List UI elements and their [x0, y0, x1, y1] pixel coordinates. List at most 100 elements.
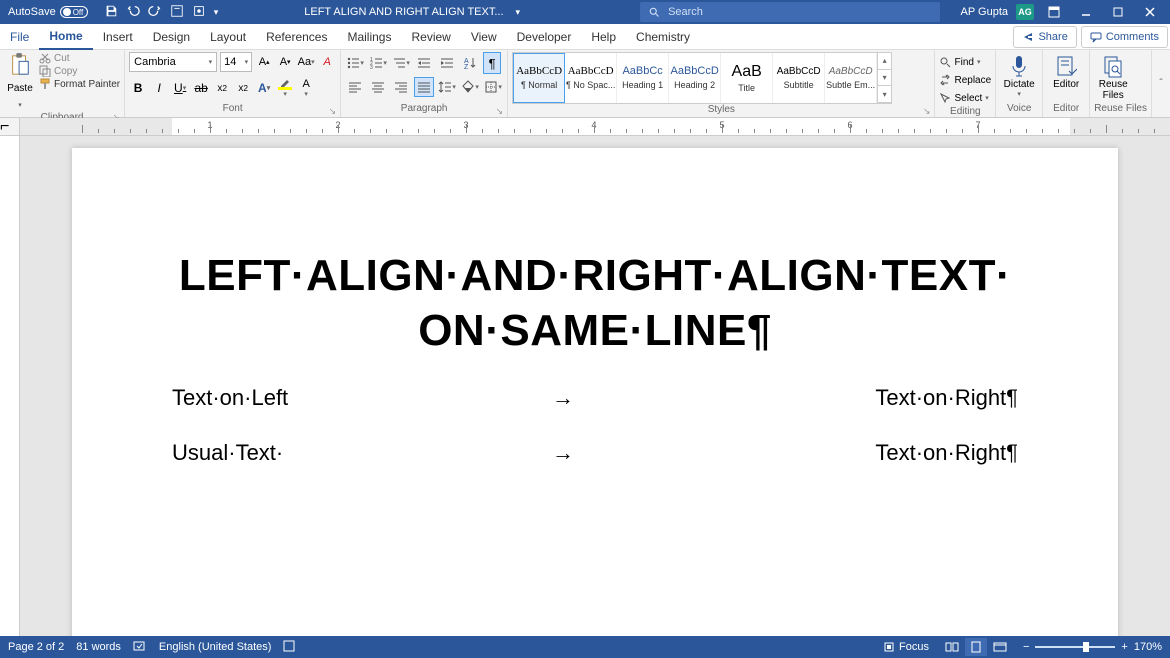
numbering-button[interactable]: 123▾ — [368, 53, 388, 73]
search-box[interactable] — [640, 2, 940, 22]
borders-button[interactable]: ▾ — [483, 77, 503, 97]
style-item-title[interactable]: AaBTitle — [721, 53, 773, 103]
ribbon-display-icon[interactable] — [1042, 0, 1066, 24]
qat-icon[interactable] — [170, 4, 184, 21]
shading-button[interactable]: ▾ — [460, 77, 480, 97]
bold-button[interactable]: B — [129, 78, 147, 98]
paragraph-dialog-launcher[interactable]: ↘ — [496, 106, 504, 117]
minimize-icon[interactable] — [1074, 0, 1098, 24]
highlight-button[interactable]: ▾ — [276, 78, 294, 98]
styles-gallery-more[interactable]: ▴▾▾ — [877, 53, 891, 103]
dictate-button[interactable]: Dictate ▾ — [1000, 52, 1038, 98]
align-center-button[interactable] — [368, 77, 388, 97]
editor-button[interactable]: Editor — [1047, 52, 1085, 90]
tab-file[interactable]: File — [0, 24, 39, 50]
comments-button[interactable]: Comments — [1081, 26, 1168, 48]
word-count[interactable]: 81 words — [76, 641, 121, 653]
autosave-toggle[interactable]: AutoSave Off — [8, 6, 88, 18]
horizontal-ruler[interactable]: ⌐ 1234567 — [0, 118, 1170, 136]
strikethrough-button[interactable]: ab — [192, 78, 210, 98]
collapse-ribbon-button[interactable]: ˆ — [1152, 50, 1170, 117]
tab-insert[interactable]: Insert — [93, 24, 143, 50]
cut-button[interactable]: Cut — [39, 52, 120, 64]
focus-mode-button[interactable]: Focus — [883, 641, 929, 653]
page-indicator[interactable]: Page 2 of 2 — [8, 641, 64, 653]
find-button[interactable]: Find▾ — [939, 54, 980, 70]
change-case-button[interactable]: Aa▾ — [297, 52, 315, 72]
user-name[interactable]: AP Gupta — [961, 6, 1009, 18]
tab-layout[interactable]: Layout — [200, 24, 256, 50]
copy-button[interactable]: Copy — [39, 65, 120, 77]
shrink-font-button[interactable]: A▾ — [276, 52, 294, 72]
qat-customize-icon[interactable]: ▾ — [214, 7, 219, 18]
style-item-subtle-em---[interactable]: AaBbCcDSubtle Em... — [825, 53, 877, 103]
title-dropdown-icon[interactable]: ▾ — [516, 7, 521, 18]
print-layout-button[interactable] — [965, 638, 987, 656]
paste-button[interactable]: Paste ▾ — [4, 52, 36, 112]
font-color-button[interactable]: A▾ — [297, 78, 315, 98]
font-dialog-launcher[interactable]: ↘ — [329, 106, 337, 117]
style-item---no-spac---[interactable]: AaBbCcD¶ No Spac... — [565, 53, 617, 103]
tab-review[interactable]: Review — [401, 24, 460, 50]
page[interactable]: LEFT·ALIGN·AND·RIGHT·ALIGN·TEXT· ON·SAME… — [72, 148, 1118, 644]
style-item-heading-1[interactable]: AaBbCcHeading 1 — [617, 53, 669, 103]
redo-icon[interactable] — [148, 4, 162, 21]
sort-button[interactable]: AZ — [460, 53, 480, 73]
align-right-button[interactable] — [391, 77, 411, 97]
style-item-subtitle[interactable]: AaBbCcDSubtitle — [773, 53, 825, 103]
style-item---normal[interactable]: AaBbCcD¶ Normal — [513, 53, 565, 103]
tab-selector[interactable]: ⌐ — [0, 118, 19, 136]
tab-references[interactable]: References — [256, 24, 337, 50]
underline-button[interactable]: U▾ — [171, 78, 189, 98]
justify-button[interactable] — [414, 77, 434, 97]
vertical-ruler[interactable] — [0, 136, 20, 644]
web-layout-button[interactable] — [989, 638, 1011, 656]
zoom-in-button[interactable]: + — [1121, 641, 1127, 653]
clear-formatting-button[interactable]: A — [318, 52, 336, 72]
language-indicator[interactable]: English (United States) — [159, 641, 272, 653]
grow-font-button[interactable]: A▴ — [255, 52, 273, 72]
bullets-button[interactable]: ▾ — [345, 53, 365, 73]
tab-mailings[interactable]: Mailings — [337, 24, 401, 50]
subscript-button[interactable]: x2 — [213, 78, 231, 98]
styles-gallery[interactable]: AaBbCcD¶ NormalAaBbCcD¶ No Spac...AaBbCc… — [512, 52, 892, 104]
undo-icon[interactable] — [126, 4, 140, 21]
select-button[interactable]: Select▾ — [939, 90, 988, 106]
superscript-button[interactable]: x2 — [234, 78, 252, 98]
italic-button[interactable]: I — [150, 78, 168, 98]
accessibility-icon[interactable] — [283, 640, 295, 655]
show-hide-pilcrow-button[interactable]: ¶ — [483, 52, 501, 74]
share-button[interactable]: Share — [1013, 26, 1076, 48]
format-painter-button[interactable]: Format Painter — [39, 78, 120, 90]
font-size-combo[interactable]: 14▾ — [220, 52, 252, 72]
tab-developer[interactable]: Developer — [507, 24, 582, 50]
multilevel-list-button[interactable]: ▾ — [391, 53, 411, 73]
user-avatar[interactable]: AG — [1016, 4, 1034, 20]
maximize-icon[interactable] — [1106, 0, 1130, 24]
align-left-button[interactable] — [345, 77, 365, 97]
increase-indent-button[interactable] — [437, 53, 457, 73]
document-scroll[interactable]: LEFT·ALIGN·AND·RIGHT·ALIGN·TEXT· ON·SAME… — [20, 136, 1170, 644]
tab-view[interactable]: View — [461, 24, 507, 50]
tab-home[interactable]: Home — [39, 24, 92, 50]
read-mode-button[interactable] — [941, 638, 963, 656]
save-icon[interactable] — [104, 4, 118, 21]
reuse-files-button[interactable]: Reuse Files — [1094, 52, 1132, 101]
style-item-heading-2[interactable]: AaBbCcDHeading 2 — [669, 53, 721, 103]
tab-design[interactable]: Design — [143, 24, 200, 50]
line-spacing-button[interactable]: ▾ — [437, 77, 457, 97]
tab-chemistry[interactable]: Chemistry — [626, 24, 700, 50]
replace-button[interactable]: Replace — [939, 72, 991, 88]
text-effects-button[interactable]: A▾ — [255, 78, 273, 98]
zoom-slider[interactable] — [1035, 646, 1115, 648]
qat-icon-2[interactable] — [192, 4, 206, 21]
search-input[interactable] — [668, 6, 932, 18]
font-name-combo[interactable]: Cambria▾ — [129, 52, 217, 72]
tab-help[interactable]: Help — [581, 24, 626, 50]
decrease-indent-button[interactable] — [414, 53, 434, 73]
spellcheck-icon[interactable] — [133, 640, 147, 655]
zoom-out-button[interactable]: − — [1023, 641, 1029, 653]
styles-dialog-launcher[interactable]: ↘ — [923, 106, 931, 117]
zoom-level[interactable]: 170% — [1134, 641, 1162, 653]
close-icon[interactable] — [1138, 0, 1162, 24]
